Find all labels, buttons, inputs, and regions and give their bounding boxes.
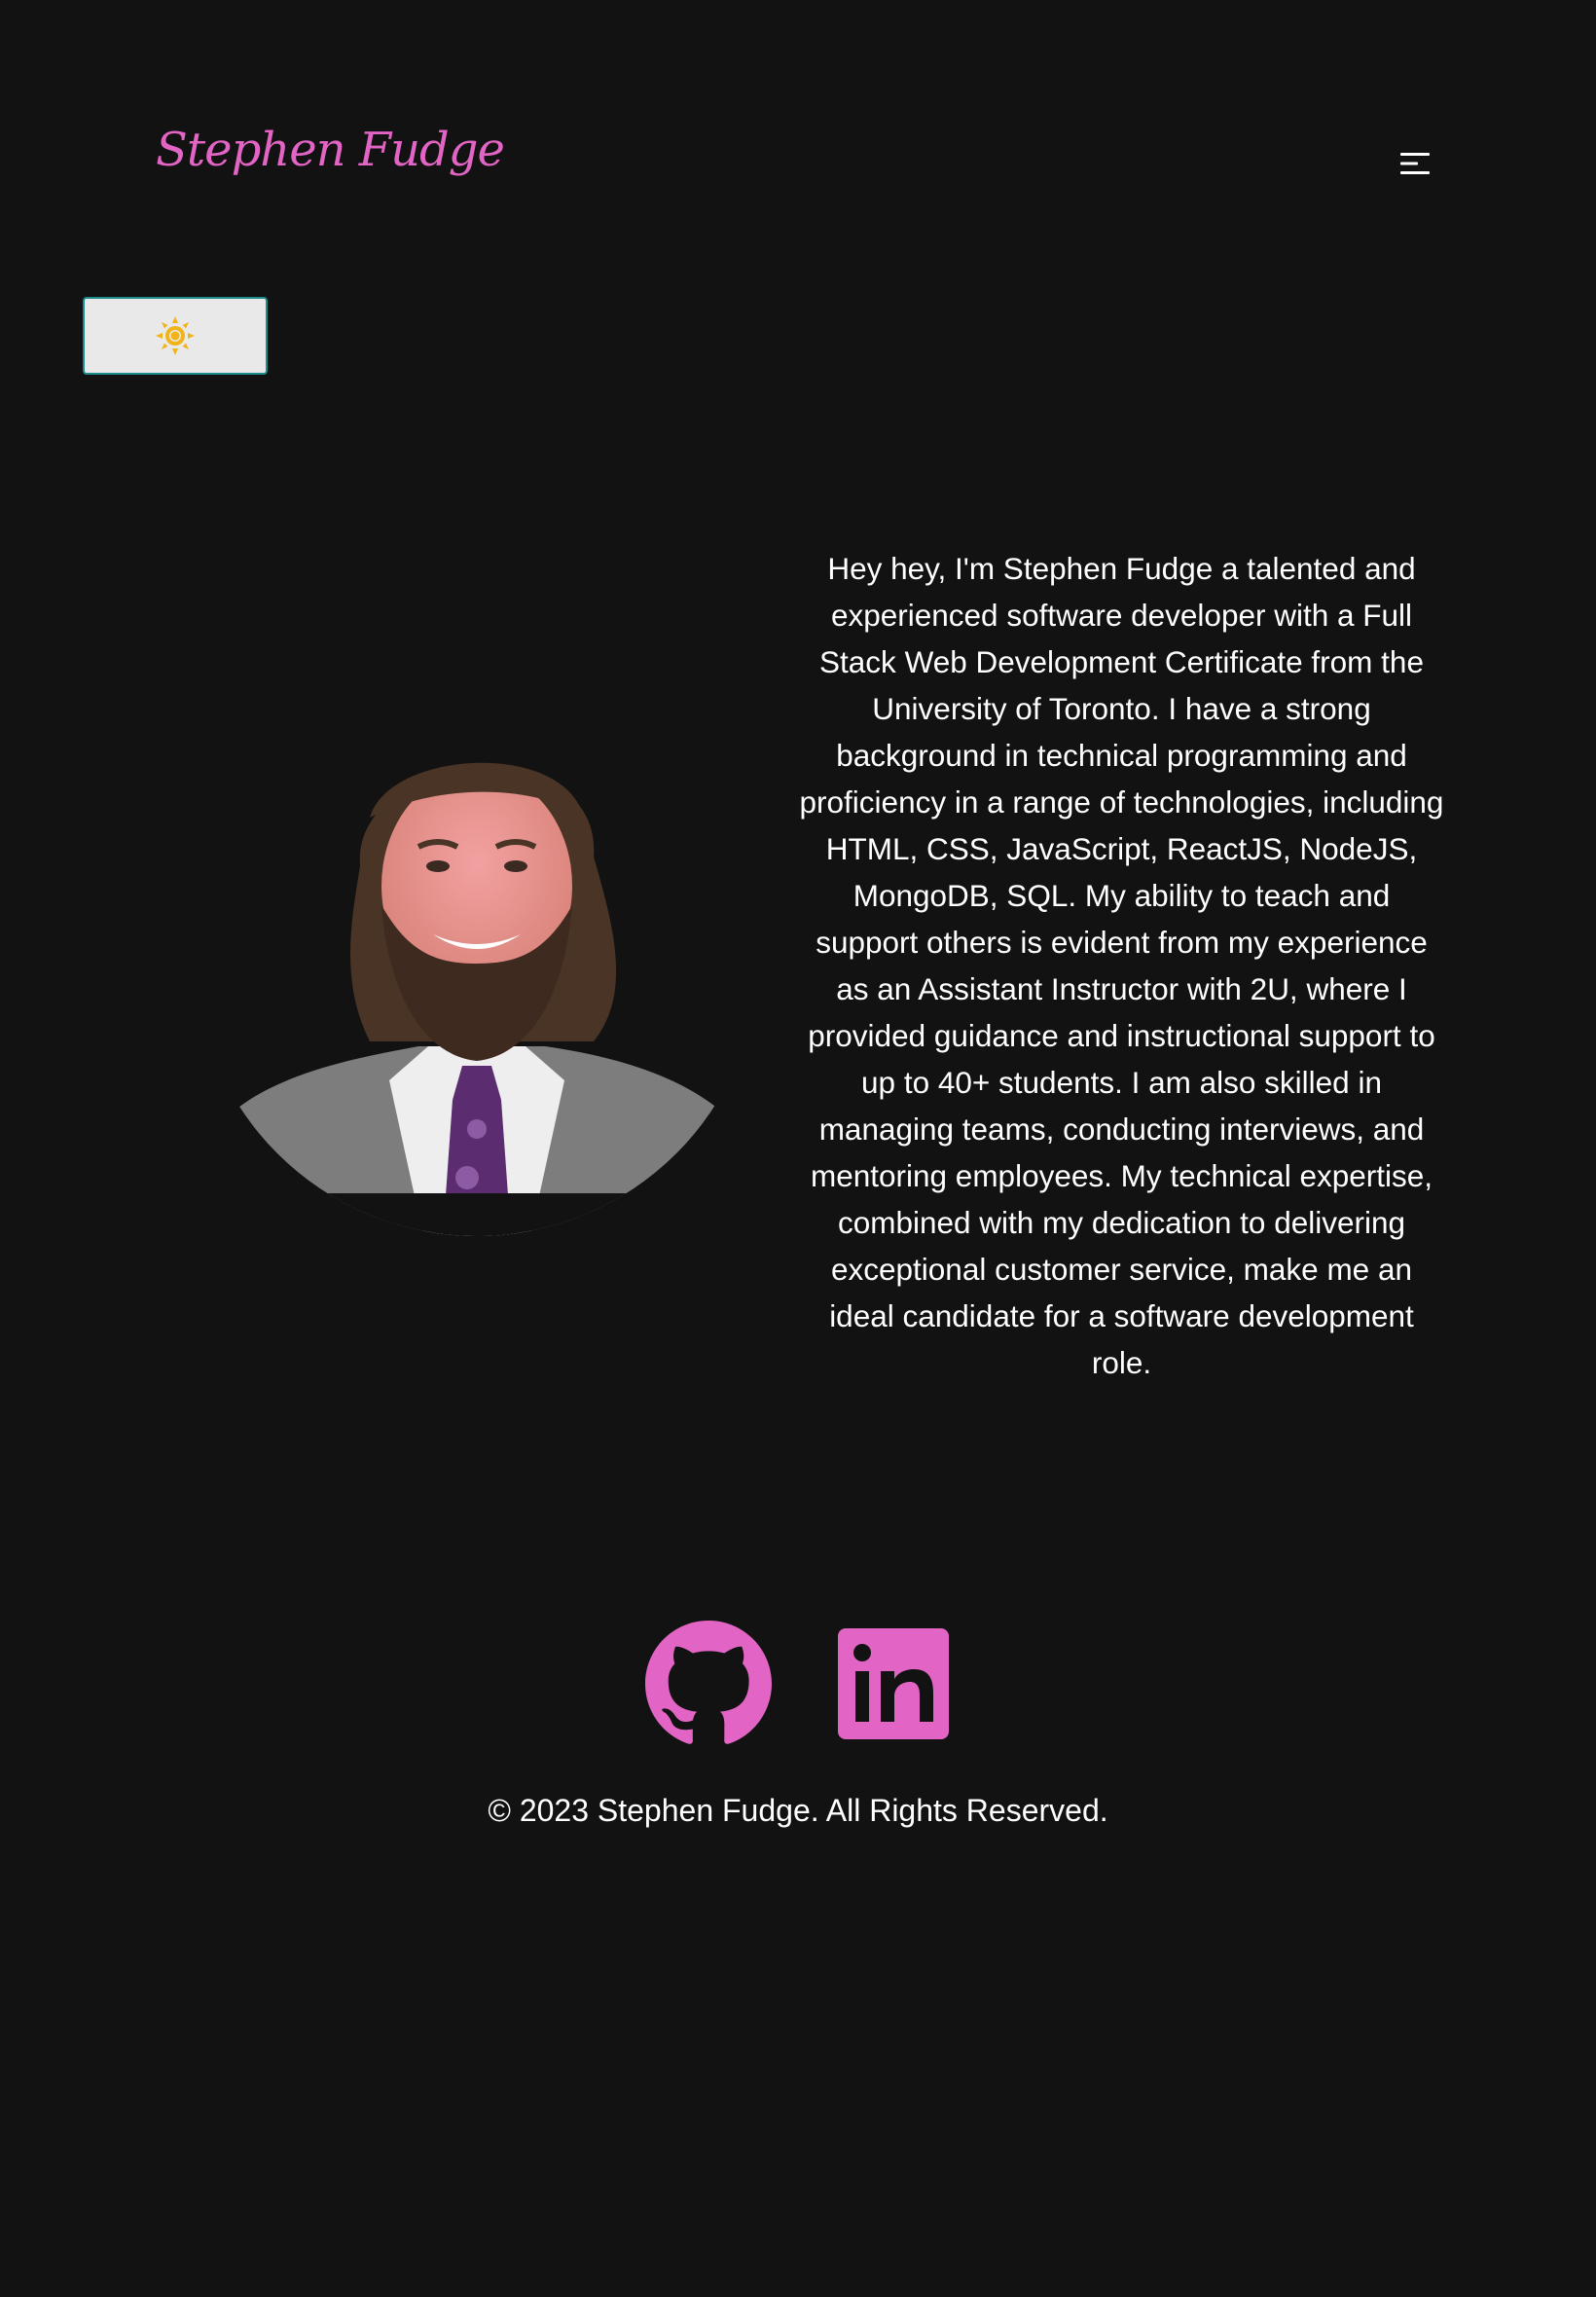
portrait-illustration <box>195 672 759 1236</box>
copyright-text: © 2023 Stephen Fudge. All Rights Reserve… <box>488 1793 1108 1828</box>
linkedin-link[interactable] <box>830 1621 957 1747</box>
bio-text: Hey hey, I'm Stephen Fudge a talented an… <box>799 551 1444 1380</box>
github-icon <box>645 1621 772 1744</box>
menu-button[interactable] <box>1397 146 1433 181</box>
github-link[interactable] <box>645 1621 772 1747</box>
site-logo[interactable]: Stephen Fudge <box>156 123 505 177</box>
profile-photo <box>195 672 759 1236</box>
linkedin-icon <box>838 1628 949 1739</box>
sun-icon <box>156 316 195 355</box>
page: Stephen Fudge Hey hey, I'm Stephen Fudge… <box>0 0 1596 2297</box>
theme-toggle-button[interactable] <box>83 297 268 375</box>
hamburger-menu-icon <box>1400 153 1430 174</box>
